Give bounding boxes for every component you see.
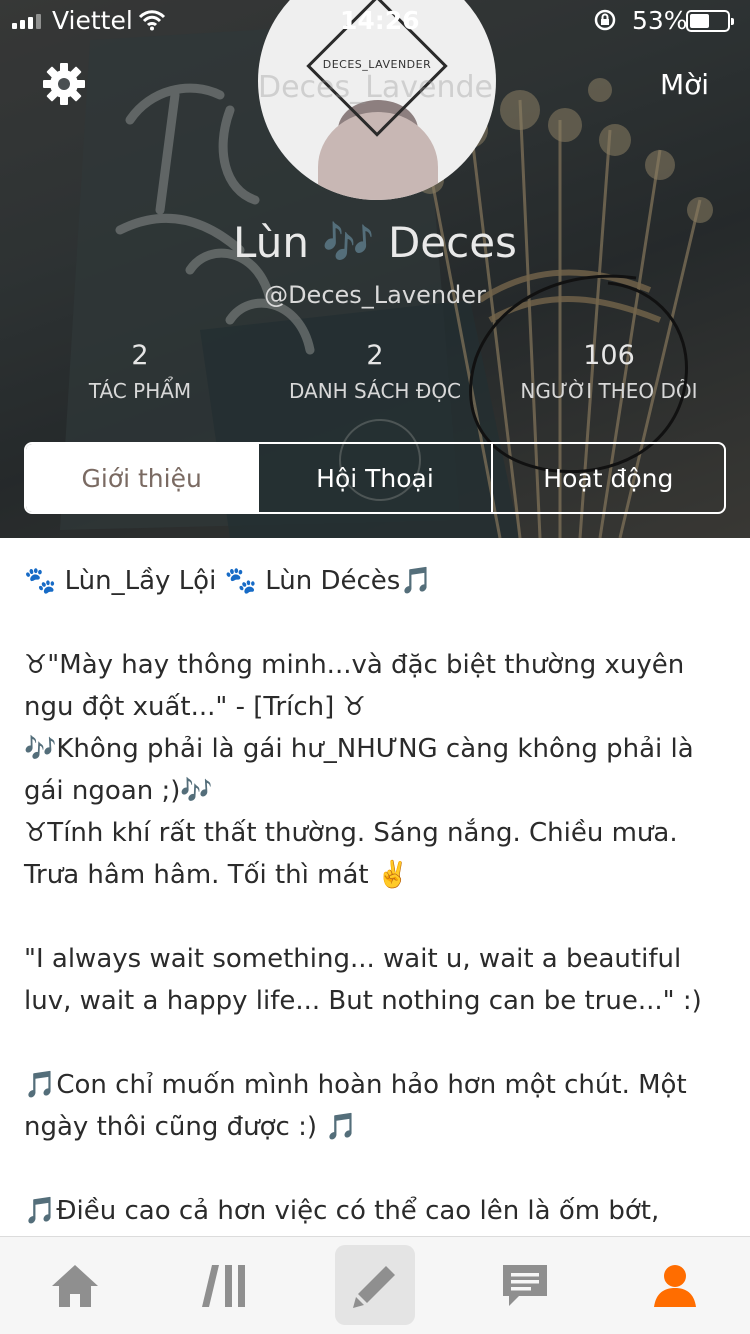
messages-icon bbox=[503, 1265, 547, 1306]
nav-library[interactable] bbox=[150, 1237, 300, 1334]
bio-line: "I always wait something... wait u, wait… bbox=[24, 944, 702, 1016]
bio-line: 🎶Không phải là gái hư_NHƯNG càng không p… bbox=[24, 734, 694, 806]
status-time: 14:26 bbox=[340, 6, 420, 35]
battery-percent: 53% bbox=[632, 6, 688, 35]
bio-line: ♉Tính khí rất thất thường. Sáng nắng. Ch… bbox=[24, 818, 678, 890]
bio-line: 🐾 Lùn_Lầy Lội 🐾 Lùn Décès🎵 bbox=[24, 566, 433, 596]
avatar-overlay-name: Deces_Lavender bbox=[258, 70, 496, 105]
bio-line: ♉"Mày hay thông minh...và đặc biệt thườn… bbox=[24, 650, 685, 722]
wifi-icon bbox=[138, 10, 166, 31]
carrier-name: Viettel bbox=[52, 6, 133, 35]
status-bar: Viettel 14:26 53% bbox=[0, 0, 750, 40]
tab-conversations[interactable]: Hội Thoại bbox=[257, 444, 490, 512]
rotation-lock-icon bbox=[594, 9, 616, 31]
profile-display-name: Lùn 🎶 Deces bbox=[233, 218, 517, 267]
bio-line bbox=[24, 602, 730, 644]
profile-icon bbox=[654, 1265, 696, 1307]
nav-profile[interactable] bbox=[600, 1237, 750, 1334]
signal-icon bbox=[12, 13, 41, 29]
tab-activity[interactable]: Hoạt động bbox=[490, 444, 724, 512]
library-icon bbox=[202, 1265, 245, 1307]
bottom-navigation bbox=[0, 1236, 750, 1334]
nav-home[interactable] bbox=[0, 1237, 150, 1334]
bio-line bbox=[24, 896, 730, 938]
nav-messages[interactable] bbox=[450, 1237, 600, 1334]
settings-gear-icon[interactable] bbox=[42, 62, 86, 106]
home-icon bbox=[52, 1265, 98, 1307]
write-icon bbox=[353, 1266, 395, 1308]
profile-tabs: Giới thiệu Hội Thoại Hoạt động bbox=[24, 442, 726, 514]
tab-about[interactable]: Giới thiệu bbox=[26, 444, 258, 512]
stat-works-label: TÁC PHẨM bbox=[88, 379, 192, 403]
nav-write[interactable] bbox=[300, 1237, 450, 1334]
stat-works-count: 2 bbox=[131, 340, 149, 371]
invite-button[interactable]: Mời bbox=[660, 68, 709, 101]
bio-line bbox=[24, 1022, 730, 1064]
bio-line: 🎵Điều cao cả hơn việc có thể cao lên là … bbox=[24, 1196, 660, 1226]
profile-bio: 🐾 Lùn_Lầy Lội 🐾 Lùn Décès🎵 ♉"Mày hay thô… bbox=[24, 560, 730, 1232]
bio-line bbox=[24, 1148, 730, 1190]
battery-icon bbox=[686, 10, 734, 32]
bio-line: 🎵Con chỉ muốn mình hoàn hảo hơn một chút… bbox=[24, 1070, 687, 1142]
stat-works[interactable]: 2 TÁC PHẨM bbox=[15, 340, 265, 403]
battery-level bbox=[690, 14, 709, 28]
